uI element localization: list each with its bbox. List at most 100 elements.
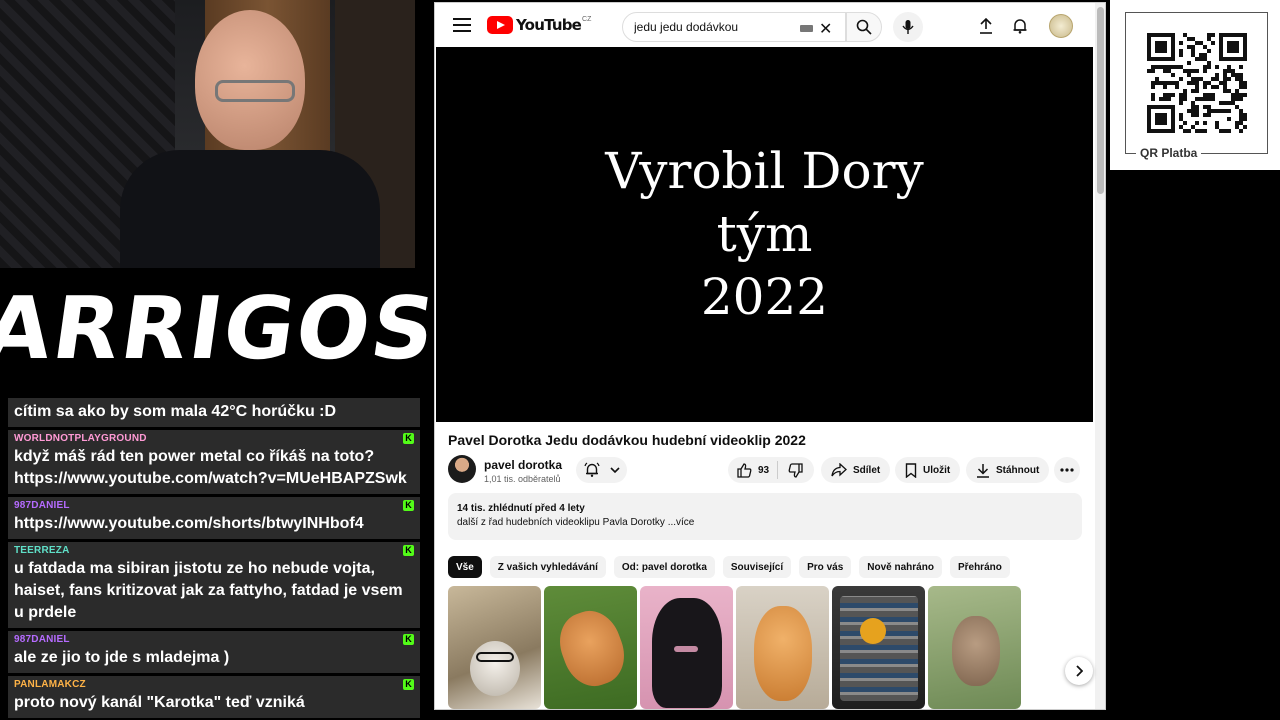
save-button[interactable]: Uložit <box>895 457 961 483</box>
thumbnail-radio-electronics[interactable] <box>832 586 925 709</box>
share-label: Sdílet <box>853 464 881 476</box>
channel-name[interactable]: pavel dorotka <box>484 458 562 472</box>
chat-username[interactable]: PANLAMAKCZ <box>14 679 414 692</box>
filter-chip[interactable]: Pro vás <box>799 556 852 578</box>
chevron-right-icon <box>1076 665 1083 677</box>
upload-icon <box>980 18 992 34</box>
scrollbar-thumb[interactable] <box>1097 7 1104 194</box>
chat-message-text: cítim sa ako by som mala 42°C horúčku :D <box>14 403 337 420</box>
subscribe-notifications-button[interactable] <box>576 457 627 483</box>
thumbnail-bat-hanging[interactable] <box>640 586 733 709</box>
thumbnail-orange-cat[interactable] <box>736 586 829 709</box>
country-code: CZ <box>582 16 592 23</box>
bookmark-icon <box>905 462 917 478</box>
filter-chip[interactable]: Od: pavel dorotka <box>613 556 715 578</box>
filter-chip[interactable]: Vše <box>448 556 482 578</box>
like-count: 93 <box>758 464 770 476</box>
show-more-link[interactable]: ...více <box>668 517 695 528</box>
youtube-header: YouTube CZ ✕ <box>435 3 1095 49</box>
description-box[interactable]: 14 tis. zhlédnutí před 4 lety další z řa… <box>448 493 1082 540</box>
chat-username[interactable]: 987DANIEL <box>14 634 414 647</box>
description-text: další z řad hudebních videoklipu Pavla D… <box>457 517 668 528</box>
qr-payment-panel: QR Platba <box>1110 0 1280 170</box>
kick-badge-icon: K <box>403 433 414 444</box>
notifications-button[interactable] <box>1009 15 1031 37</box>
qr-code <box>1147 33 1247 133</box>
dislike-button[interactable] <box>778 462 813 478</box>
streamer-body <box>120 150 380 268</box>
chat-message: cítim sa ako by som mala 42°C horúčku :D <box>8 398 420 427</box>
chat-message: 987DANIEL Khttps://www.youtube.com/shorts… <box>8 497 420 539</box>
chevron-down-icon <box>610 467 620 474</box>
chat-message: WORLDNOTPLAYGROUND Kkdyž máš rád ten powe… <box>8 430 420 494</box>
microphone-icon <box>902 20 914 34</box>
share-icon <box>831 463 847 477</box>
page-scrollbar[interactable] <box>1095 3 1105 709</box>
video-title: Pavel Dorotka Jedu dodávkou hudební vide… <box>448 432 806 448</box>
next-thumbnails-button[interactable] <box>1065 657 1093 685</box>
chat-username[interactable]: WORLDNOTPLAYGROUND <box>14 433 414 446</box>
search-input[interactable] <box>634 20 789 34</box>
channel-avatar[interactable] <box>448 455 476 483</box>
bell-icon <box>1013 19 1027 34</box>
thumbnail-baby-rabbit[interactable] <box>928 586 1021 709</box>
subscriber-count: 1,01 tis. odběratelů <box>484 474 561 484</box>
kick-badge-icon: K <box>403 545 414 556</box>
qr-frame: QR Platba <box>1125 12 1268 160</box>
chat-message: PANLAMAKCZ Kproto nový kanál "Karotka" te… <box>8 676 420 718</box>
chat-message-text: když máš rád ten power metal co říkáš na… <box>14 448 407 487</box>
filter-chip[interactable]: Z vašich vyhledávání <box>489 556 606 578</box>
youtube-logo-word: YouTube <box>516 16 582 34</box>
youtube-play-icon <box>487 16 513 34</box>
filter-chip[interactable]: Přehráno <box>949 556 1010 578</box>
thumbnail-hamster-with-glasses[interactable] <box>448 586 541 709</box>
download-label: Stáhnout <box>996 464 1040 476</box>
download-button[interactable]: Stáhnout <box>966 457 1050 483</box>
thumbnail-fox-sleeping[interactable] <box>544 586 637 709</box>
like-button[interactable]: 93 <box>728 461 779 479</box>
more-horizontal-icon <box>1060 468 1074 472</box>
filter-chip[interactable]: Související <box>722 556 792 578</box>
more-actions-button[interactable] <box>1054 457 1080 483</box>
chat-message: 987DANIEL Kale ze jio to jde s mladejma ) <box>8 631 420 673</box>
player-text-line-3: 2022 <box>700 268 829 326</box>
thumbs-up-icon <box>737 462 752 478</box>
chat-panel: cítim sa ako by som mala 42°C horúčku :D… <box>0 398 425 720</box>
chat-message-text: proto nový kanál "Karotka" teď vzniká <box>14 694 305 711</box>
hamburger-menu-icon[interactable] <box>453 18 471 32</box>
upload-button[interactable] <box>975 15 997 37</box>
search-button[interactable] <box>846 12 882 42</box>
youtube-logo[interactable]: YouTube CZ <box>487 16 591 34</box>
save-label: Uložit <box>923 464 951 476</box>
filter-chips: Vše Z vašich vyhledávání Od: pavel dorotka… <box>448 556 1010 578</box>
filter-chip[interactable]: Nově nahráno <box>859 556 942 578</box>
search-icon <box>856 19 872 35</box>
chat-username[interactable]: 987DANIEL <box>14 500 414 513</box>
voice-search-button[interactable] <box>893 12 923 42</box>
glasses <box>215 80 295 102</box>
kick-badge-icon: K <box>403 500 414 511</box>
clear-search-icon[interactable]: ✕ <box>819 19 832 39</box>
share-button[interactable]: Sdílet <box>821 457 891 483</box>
kick-badge-icon: K <box>403 679 414 690</box>
chat-message: TEERREZA Ku fatdada ma sibiran jistotu ze… <box>8 542 420 628</box>
description-snippet: další z řad hudebních videoklipu Pavla D… <box>457 517 1073 528</box>
account-avatar[interactable] <box>1049 14 1073 38</box>
keyboard-icon[interactable] <box>800 25 813 32</box>
kick-badge-icon: K <box>403 634 414 645</box>
webcam-feed <box>0 0 415 268</box>
chat-username[interactable]: TEERREZA <box>14 545 414 558</box>
stream-logo-text: ARRIGOS <box>0 279 443 379</box>
thumbs-down-icon <box>788 462 803 478</box>
download-icon <box>977 463 989 478</box>
player-text-line-1: Vyrobil Dory <box>605 142 924 200</box>
player-text-line-2: tým <box>716 205 813 263</box>
views-and-date: 14 tis. zhlédnutí před 4 lety <box>457 503 585 514</box>
search-box[interactable]: ✕ <box>622 12 846 42</box>
video-player[interactable]: Vyrobil Dory tým 2022 <box>436 47 1093 422</box>
qr-label: QR Platba <box>1136 146 1202 160</box>
chat-message-text: u fatdada ma sibiran jistotu ze ho nebud… <box>14 560 403 621</box>
chat-message-text: https://www.youtube.com/shorts/btwyINHbo… <box>14 515 364 532</box>
youtube-window: YouTube CZ ✕ Vyrobil Dory tým 2022 Pavel… <box>434 2 1106 710</box>
bell-ring-icon <box>584 462 600 477</box>
